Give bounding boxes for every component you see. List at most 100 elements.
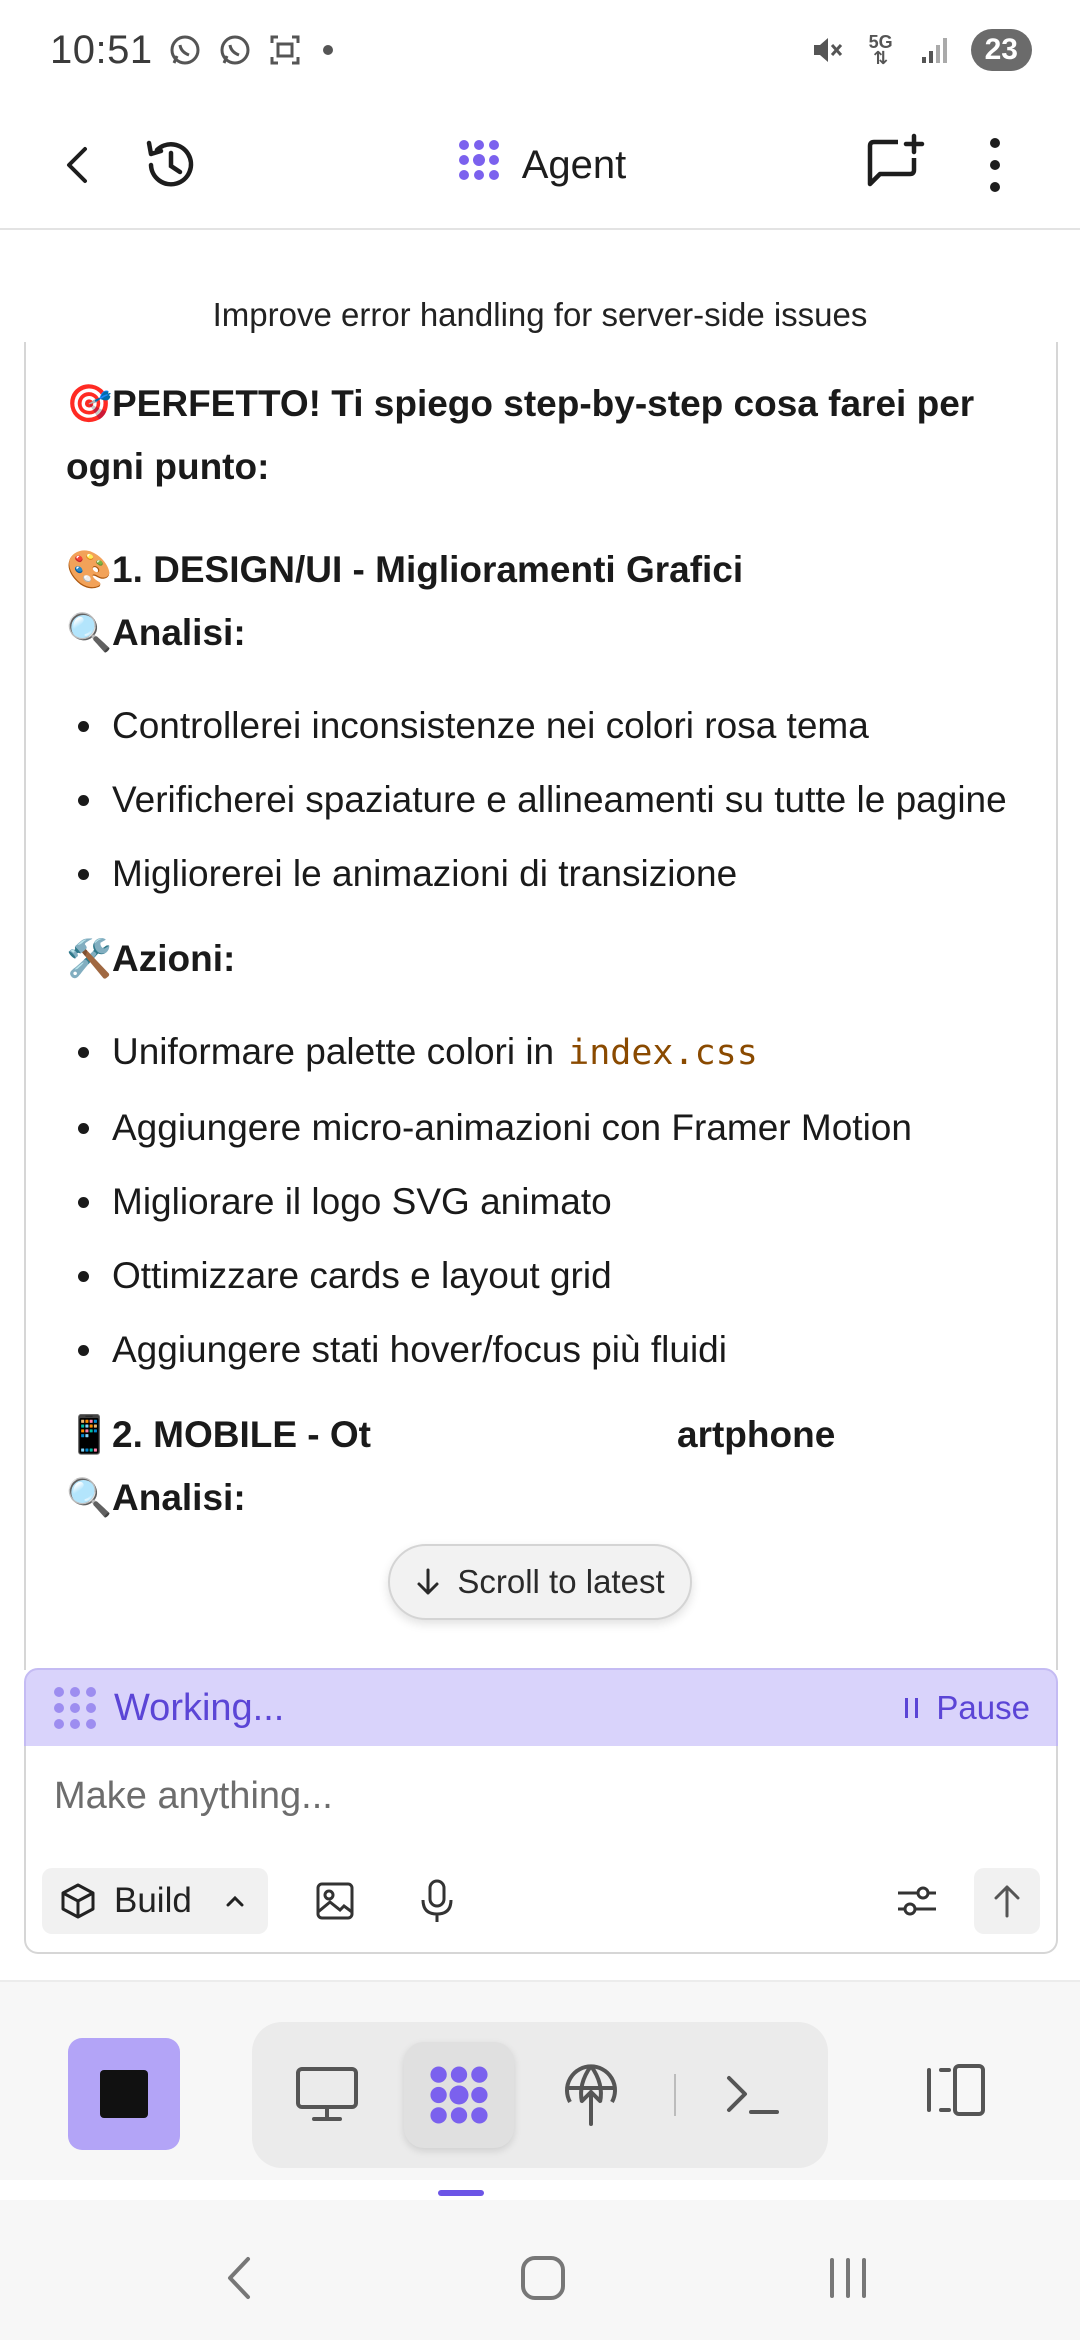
chevron-up-icon	[226, 1895, 244, 1907]
analysis-label: Analisi:	[112, 612, 246, 653]
analysis-label: Analisi:	[112, 1477, 246, 1518]
section2-heading-text: 2. MOBILE - Ot	[112, 1414, 371, 1455]
history-button[interactable]	[128, 122, 214, 208]
screenshot-icon	[267, 32, 303, 68]
more-vert-icon	[990, 138, 1000, 192]
more-menu-button[interactable]	[952, 122, 1038, 208]
tools-emoji-icon: 🛠️	[66, 938, 113, 979]
agent-loading-icon	[54, 1687, 96, 1729]
status-right: 5G ⇅ 23	[809, 29, 1032, 71]
nav-recents-button[interactable]	[808, 2238, 888, 2318]
list-item: Uniformare palette colori in index.css	[66, 1020, 1026, 1085]
nav-home-button[interactable]	[503, 2238, 583, 2318]
prompt-input[interactable]	[54, 1766, 1014, 1826]
list-item-text: Uniformare palette colori in	[112, 1031, 555, 1072]
intro-text: PERFETTO! Ti spiego step-by-step cosa fa…	[66, 383, 975, 487]
agent-message: 🎯PERFETTO! Ti spiego step-by-step cosa f…	[66, 372, 1026, 1529]
pause-icon	[905, 1698, 919, 1718]
nav-back-icon	[228, 2257, 250, 2299]
target-emoji-icon: 🎯	[66, 383, 113, 424]
cube-icon	[61, 1883, 95, 1919]
send-button[interactable]	[974, 1868, 1040, 1934]
bottom-dock	[0, 1980, 1080, 2180]
new-chat-button[interactable]	[852, 122, 938, 208]
terminal-icon	[727, 2076, 779, 2114]
mode-selector-button[interactable]: Build	[42, 1868, 268, 1934]
whatsapp-icon	[167, 32, 203, 68]
back-arrow-icon	[67, 147, 87, 183]
mode-label: Build	[114, 1881, 192, 1920]
agent-logo-icon	[454, 135, 504, 195]
monitor-icon	[296, 2067, 358, 2121]
sliders-icon	[898, 1886, 936, 1916]
scroll-to-latest-label: Scroll to latest	[457, 1563, 665, 1600]
actions-label: Azioni:	[112, 938, 236, 979]
active-tab-indicator	[438, 2190, 484, 2196]
tab-agent[interactable]	[404, 2042, 514, 2148]
dock-tabs	[252, 2022, 828, 2168]
stop-icon	[100, 2070, 148, 2118]
5g-icon: 5G ⇅	[863, 32, 899, 68]
list-item: Ottimizzare cards e layout grid	[66, 1244, 1026, 1307]
status-time: 10:51	[50, 27, 153, 72]
nav-home-icon	[521, 2256, 565, 2300]
palette-emoji-icon: 🎨	[66, 549, 113, 590]
inline-code: index.css	[568, 1033, 758, 1073]
panels-icon	[927, 2064, 985, 2116]
whatsapp-icon	[217, 32, 253, 68]
voice-input-button[interactable]	[404, 1868, 470, 1934]
actions-list: Uniformare palette colori in index.css Ag…	[66, 1020, 1026, 1381]
mute-icon	[809, 32, 845, 68]
signal-icon	[917, 32, 953, 68]
intro-heading: 🎯PERFETTO! Ti spiego step-by-step cosa f…	[66, 372, 1026, 498]
phone-emoji-icon: 📱	[66, 1414, 113, 1455]
agent-logo-icon	[430, 2066, 488, 2124]
status-left: 10:51	[50, 28, 333, 73]
section1-heading-text: 1. DESIGN/UI - Miglioramenti Grafici	[112, 549, 744, 590]
working-status-bar: Working... Pause	[24, 1668, 1058, 1748]
nav-back-button[interactable]	[200, 2238, 280, 2318]
tab-preview[interactable]	[272, 2042, 382, 2148]
image-icon	[316, 1882, 354, 1920]
stop-button[interactable]	[68, 2038, 180, 2150]
system-nav-bar	[0, 2200, 1080, 2340]
history-icon	[146, 140, 194, 187]
magnifier-emoji-icon: 🔍	[66, 1477, 113, 1518]
toggle-panels-button[interactable]	[906, 2040, 1006, 2140]
back-button[interactable]	[36, 122, 122, 208]
new-chat-icon	[867, 133, 925, 187]
list-item: Verificherei spaziature e allineamenti s…	[66, 768, 1026, 831]
pause-button[interactable]: Pause	[902, 1670, 1030, 1746]
magnifier-emoji-icon: 🔍	[66, 612, 113, 653]
settings-button[interactable]	[884, 1868, 950, 1934]
scroll-to-latest-button[interactable]: Scroll to latest	[388, 1544, 692, 1620]
tab-console[interactable]	[698, 2042, 808, 2148]
attach-image-button[interactable]	[302, 1868, 368, 1934]
dot-icon	[322, 45, 333, 55]
section2-heading: 📱2. MOBILE - Ot artphone	[66, 1403, 1026, 1466]
battery-indicator: 23	[970, 29, 1032, 71]
header-title-text: Agent	[521, 142, 627, 187]
conversation-topic: Improve error handling for server-side i…	[212, 296, 868, 333]
section1-analysis-heading: 🔍Analisi:	[66, 601, 1026, 664]
status-bar: 10:51 5G ⇅ 23	[0, 0, 1080, 100]
section1-heading: 🎨1. DESIGN/UI - Miglioramenti Grafici	[66, 538, 1026, 601]
dock-separator	[674, 2074, 676, 2116]
list-item: Aggiungere stati hover/focus più fluidi	[66, 1318, 1026, 1381]
arrow-down-icon	[417, 1568, 439, 1595]
composer: Build	[24, 1746, 1058, 1954]
list-item: Controllerei inconsistenze nei colori ro…	[66, 694, 1026, 757]
working-status-text: Working...	[114, 1686, 285, 1729]
data-arrows: ⇅	[873, 48, 889, 68]
app-header: Agent	[0, 100, 1080, 230]
microphone-icon	[421, 1879, 453, 1922]
nav-recents-icon	[830, 2258, 866, 2298]
section2-analysis-heading: 🔍Analisi:	[66, 1466, 1026, 1529]
list-item: Migliorerei le animazioni di transizione	[66, 842, 1026, 905]
section2-heading-tail: artphone	[677, 1414, 836, 1455]
deploy-globe-icon	[565, 2064, 617, 2126]
section1-actions-heading: 🛠️Azioni:	[66, 927, 1026, 990]
list-item: Aggiungere micro-animazioni con Framer M…	[66, 1096, 1026, 1159]
tab-deploy[interactable]	[536, 2042, 646, 2148]
message-card: 🎯PERFETTO! Ti spiego step-by-step cosa f…	[24, 342, 1058, 1670]
